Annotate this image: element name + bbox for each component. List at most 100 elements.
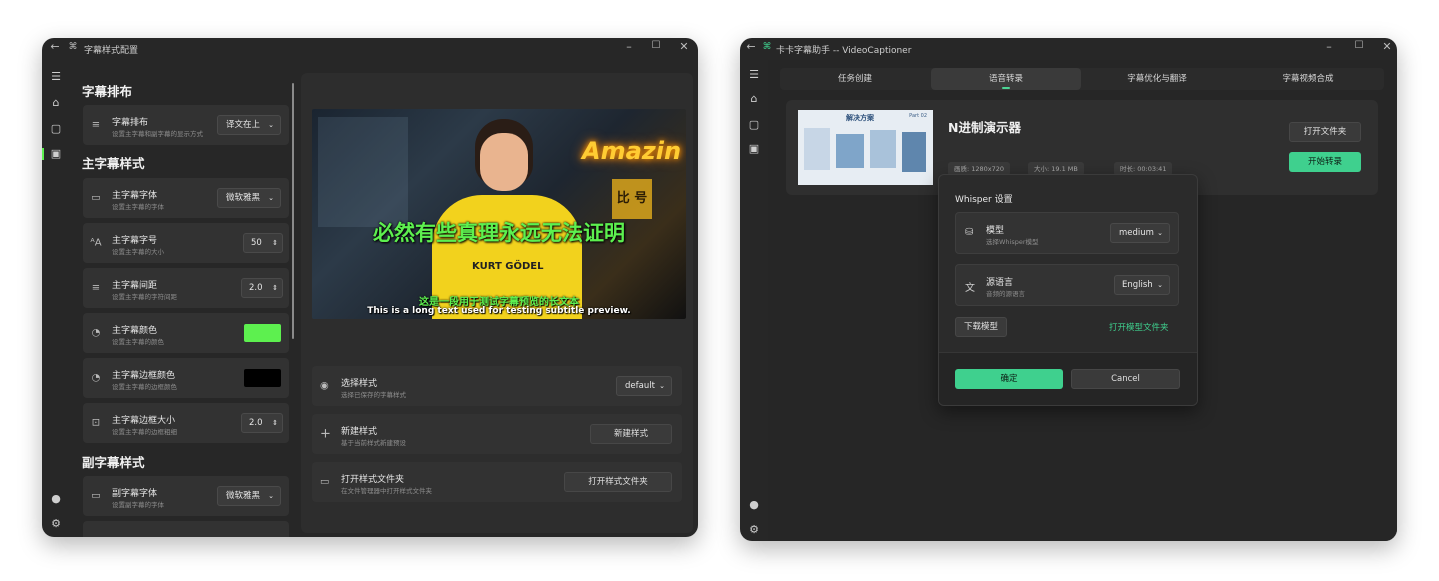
home-icon[interactable]: ⌂ — [746, 92, 762, 106]
task-icon[interactable]: ▢ — [48, 122, 64, 136]
sub-font-select[interactable]: 微软雅黑 ⌄ — [217, 486, 281, 506]
app-logo-icon: ⌘ — [762, 42, 772, 52]
chevron-down-icon: ⌄ — [1157, 229, 1163, 237]
dialog-footer: 确定 Cancel — [939, 352, 1197, 405]
open-folder-button[interactable]: 打开文件夹 — [1289, 122, 1361, 142]
github-icon[interactable]: ● — [746, 498, 762, 512]
row-title: 字幕排布 — [112, 118, 149, 128]
language-select[interactable]: English ⌄ — [1114, 275, 1170, 295]
github-icon[interactable]: ● — [48, 492, 64, 506]
chevron-down-icon: ⌄ — [268, 194, 274, 202]
video-name: N进制演示器 — [948, 120, 1021, 135]
settings-icon[interactable]: ⚙ — [746, 523, 762, 537]
settings-icon[interactable]: ⚙ — [48, 517, 64, 531]
row-title: 模型 — [986, 226, 1005, 236]
thumb-block — [804, 128, 830, 170]
stepper-icon[interactable]: ⇕ — [272, 414, 278, 432]
border-color-swatch[interactable] — [244, 369, 281, 387]
thumb-block — [836, 134, 864, 168]
lines-icon: ≡ — [91, 119, 101, 131]
person-face — [480, 133, 528, 191]
title-bar: ← ⌘ 卡卡字幕助手 -- VideoCaptioner – ☐ ✕ — [740, 38, 1397, 60]
ok-button[interactable]: 确定 — [955, 369, 1063, 389]
layout-select[interactable]: 译文在上 ⌄ — [217, 115, 281, 135]
start-transcribe-button[interactable]: 开始转录 — [1289, 152, 1361, 172]
main-font-value: 微软雅黑 — [226, 193, 261, 203]
main-spacing-spinbox[interactable]: 2.0 ⇕ — [241, 278, 283, 298]
main-spacing-value: 2.0 — [249, 283, 263, 293]
border-size-spinbox[interactable]: 2.0 ⇕ — [241, 413, 283, 433]
row-desc: 设置主字幕的边框颜色 — [112, 383, 177, 391]
tab-transcribe[interactable]: 语音转录 — [931, 68, 1081, 90]
main-app-window: ← ⌘ 卡卡字幕助手 -- VideoCaptioner – ☐ ✕ ☰ ⌂ ▢… — [740, 38, 1397, 541]
main-size-spinbox[interactable]: 50 ⇕ — [243, 233, 283, 253]
main-color-swatch[interactable] — [244, 324, 281, 342]
maximize-icon[interactable]: ☐ — [647, 40, 665, 51]
row-title: 源语言 — [986, 278, 1014, 288]
open-model-folder-link[interactable]: 打开模型文件夹 — [1109, 321, 1169, 333]
row-desc: 设置副字幕的字体 — [112, 501, 164, 509]
thumb-block — [902, 132, 926, 172]
minimize-icon[interactable]: – — [1320, 40, 1338, 53]
window-title: 字幕样式配置 — [84, 46, 139, 56]
sub-font-value: 微软雅黑 — [226, 491, 261, 501]
border-size-value: 2.0 — [249, 418, 263, 428]
cancel-button[interactable]: Cancel — [1071, 369, 1180, 389]
chevron-down-icon: ⌄ — [659, 382, 665, 390]
section-main-title: 主字幕样式 — [82, 156, 145, 171]
row-desc: 选择已保存的字幕样式 — [341, 391, 406, 399]
model-select[interactable]: medium ⌄ — [1110, 223, 1170, 243]
model-icon: ⛁ — [965, 227, 974, 238]
style-config-window: ← ⌘ 字幕样式配置 – ☐ ✕ ☰ ⌂ ▢ ▣ ● ⚙ 字幕排布 ≡ 字幕排布… — [42, 38, 698, 537]
section-sub-title: 副字幕样式 — [82, 455, 145, 470]
tab-label: 任务创建 — [837, 74, 872, 84]
new-style-button[interactable]: 新建样式 — [590, 424, 672, 444]
menu-icon[interactable]: ☰ — [746, 68, 762, 82]
stepper-icon[interactable]: ⇕ — [272, 234, 278, 252]
tab-optimize-translate[interactable]: 字幕优化与翻译 — [1082, 68, 1232, 90]
close-icon[interactable]: ✕ — [1378, 40, 1396, 53]
main-font-select[interactable]: 微软雅黑 ⌄ — [217, 188, 281, 208]
row-title: 主字幕边框大小 — [112, 416, 176, 426]
row-desc: 在文件管理器中打开样式文件夹 — [341, 487, 432, 495]
language-select-value: English — [1122, 280, 1153, 290]
menu-icon[interactable]: ☰ — [48, 70, 64, 84]
back-arrow-icon[interactable]: ← — [46, 40, 64, 53]
model-select-value: medium — [1119, 228, 1154, 238]
model-row: ⛁ 模型 选择Whisper模型 medium ⌄ — [955, 212, 1179, 254]
font-icon: ▭ — [91, 192, 101, 204]
open-style-folder-button[interactable]: 打开样式文件夹 — [564, 472, 672, 492]
row-desc: 设置主字幕和副字幕的显示方式 — [112, 130, 203, 138]
stepper-icon[interactable]: ⇕ — [272, 279, 278, 297]
subtitle-preview-image: 比 号 Amazin KURT GÖDEL 必然有些真理永远无法证明 这是一段用… — [312, 109, 686, 319]
dialog-title: Whisper 设置 — [955, 195, 1013, 205]
tab-video-synthesis[interactable]: 字幕视频合成 — [1233, 68, 1383, 90]
scrollbar[interactable] — [292, 83, 294, 339]
download-model-button[interactable]: 下载模型 — [955, 317, 1007, 337]
home-icon[interactable]: ⌂ — [48, 96, 64, 110]
subtitle-icon[interactable]: ▣ — [48, 147, 64, 161]
source-language-row: 文 源语言 音频的源语言 English ⌄ — [955, 264, 1179, 306]
maximize-icon[interactable]: ☐ — [1350, 40, 1368, 51]
folder-icon: ▭ — [320, 476, 330, 488]
close-icon[interactable]: ✕ — [675, 40, 693, 53]
partial-row — [83, 521, 289, 537]
plus-icon: + — [320, 426, 331, 442]
tab-task-create[interactable]: 任务创建 — [780, 68, 930, 90]
subtitle-icon[interactable]: ▣ — [746, 142, 762, 156]
active-indicator — [42, 148, 44, 160]
main-border-color-row: ◔ 主字幕边框颜色 设置主字幕的边框颜色 — [83, 358, 289, 398]
row-desc: 设置主字幕的大小 — [112, 248, 164, 256]
task-icon[interactable]: ▢ — [746, 118, 762, 132]
main-spacing-row: ≡ 主字幕间距 设置主字幕的字符间距 2.0 ⇕ — [83, 268, 289, 308]
select-style-row: ◉ 选择样式 选择已保存的字幕样式 default ⌄ — [312, 366, 682, 406]
nav-rail: ☰ ⌂ ▢ ▣ ● ⚙ — [42, 60, 70, 537]
bookshelf-shape — [318, 117, 408, 227]
row-title: 打开样式文件夹 — [341, 475, 405, 485]
row-desc: 设置主字幕的边框粗细 — [112, 428, 177, 436]
minimize-icon[interactable]: – — [620, 40, 638, 53]
style-select[interactable]: default ⌄ — [616, 376, 672, 396]
tab-label: 字幕优化与翻译 — [1127, 74, 1187, 84]
en-subtitle-preview: This is a long text used for testing sub… — [367, 306, 631, 316]
shirt-text: KURT GÖDEL — [472, 261, 544, 272]
